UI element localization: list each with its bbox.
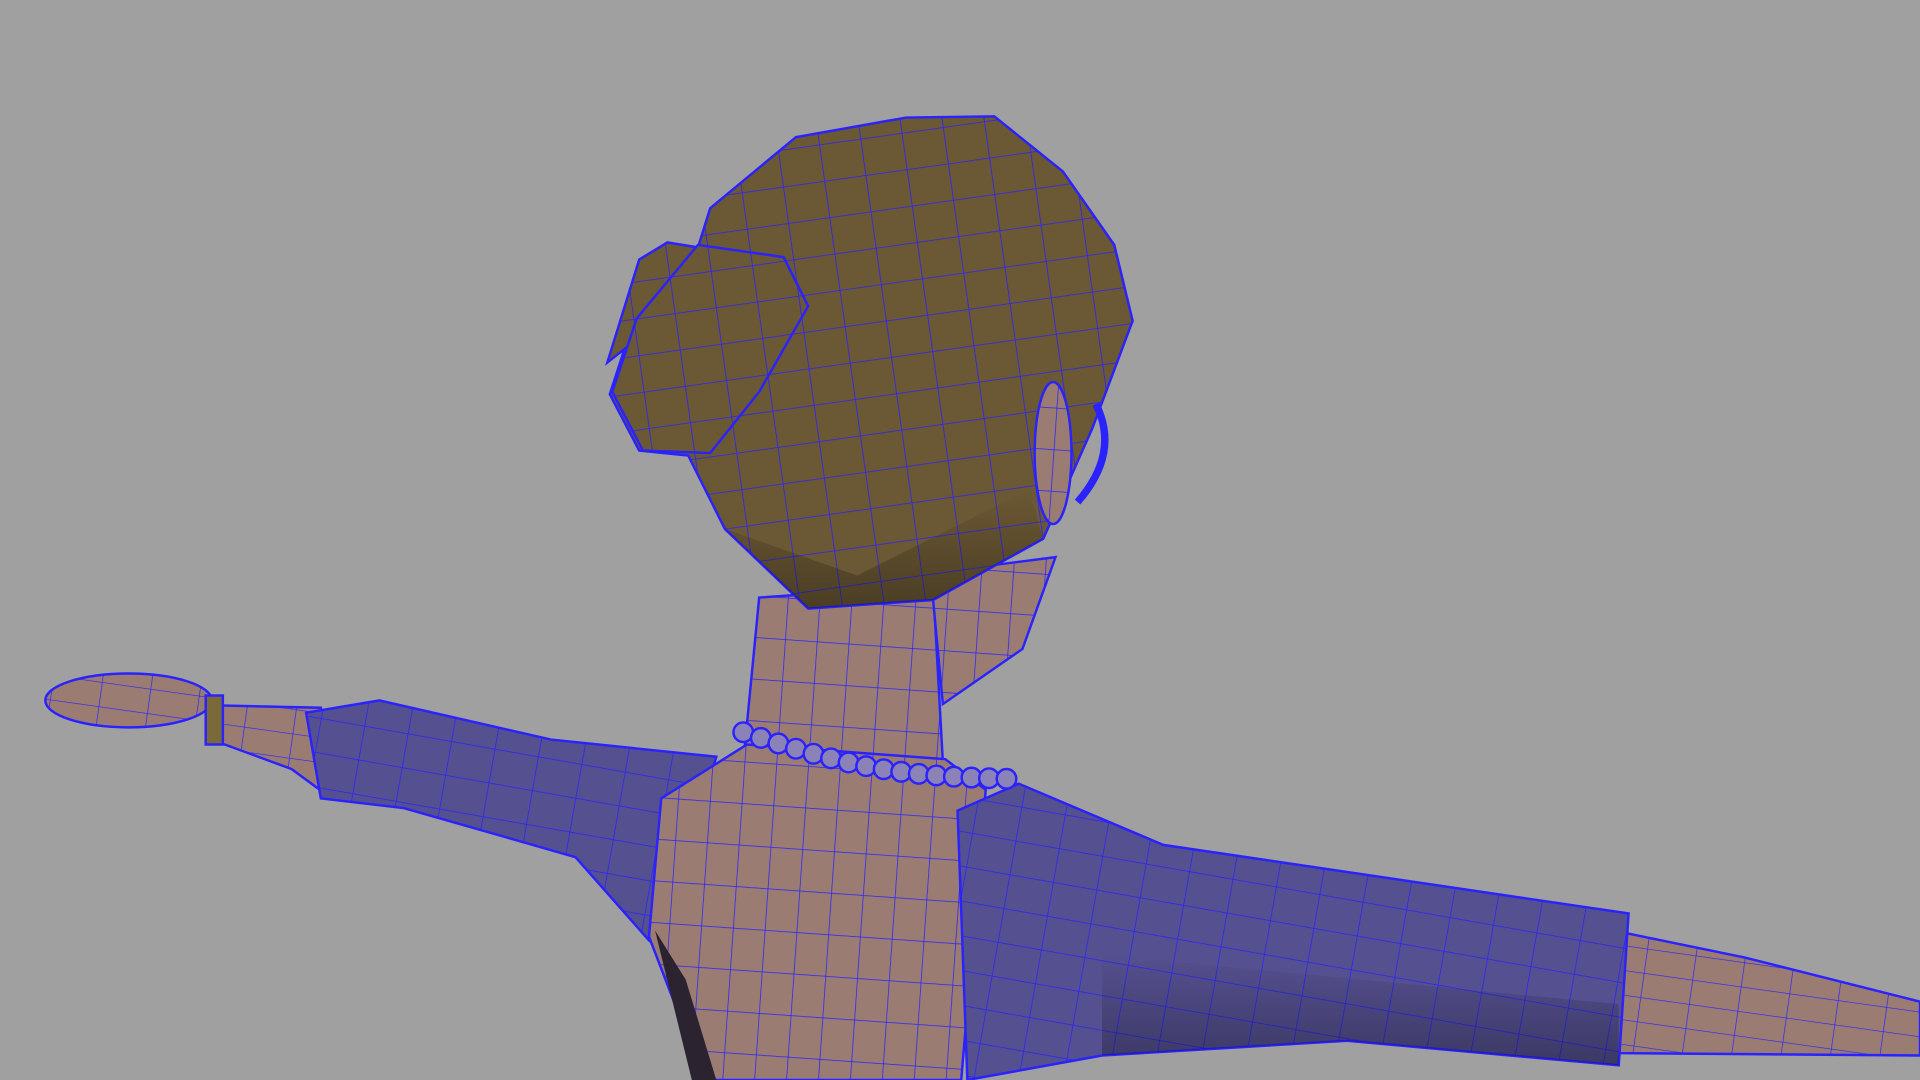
ear[interactable] — [1033, 380, 1073, 526]
left-wristband — [204, 694, 225, 746]
necklace-bead — [820, 747, 843, 770]
viewport-canvas[interactable] — [0, 0, 1920, 1080]
3d-viewport[interactable] — [0, 0, 1920, 1080]
necklace-bead — [837, 751, 860, 774]
necklace-bead — [855, 755, 878, 778]
necklace-bead — [995, 767, 1018, 790]
left-hand[interactable] — [44, 672, 214, 729]
